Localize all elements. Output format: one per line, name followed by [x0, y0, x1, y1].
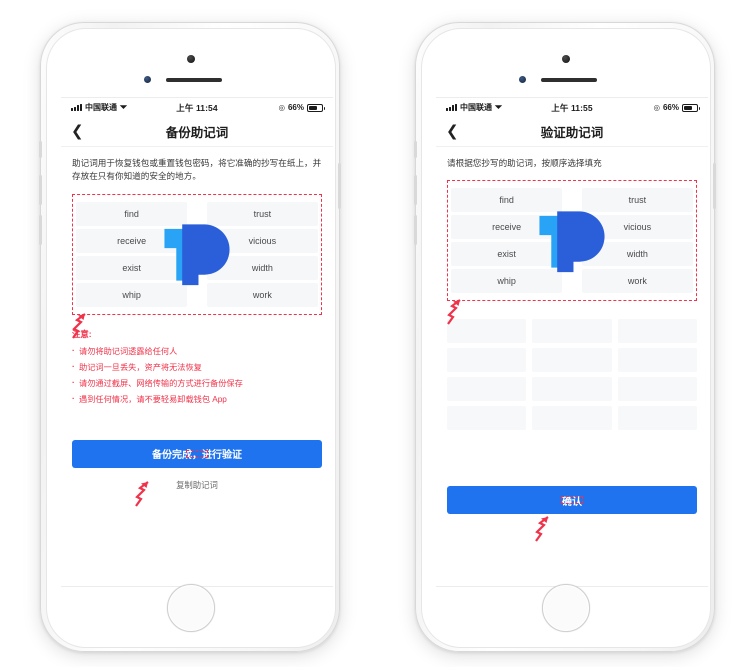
- front-camera-icon: [562, 55, 570, 63]
- screen-backup: 中国联通 ⏷ 上午 11:54 ◎ 66% ❮ 备份助记词 助记词用于恢复钱包或…: [61, 97, 333, 587]
- app-content-verify: 请根据您抄写的助记词，按顺序选择填充 find receive exist wh…: [436, 147, 708, 542]
- notice-section: 注意: 请勿将助记词透露给任何人 助记词一旦丢失，资产将无法恢复 请勿通过截屏、…: [72, 328, 322, 405]
- volume-down-button[interactable]: [39, 215, 42, 245]
- rotation-lock-icon: ◎: [653, 103, 660, 112]
- earpiece-speaker: [166, 78, 222, 82]
- volume-up-button[interactable]: [39, 175, 42, 205]
- status-bar: 中国联通 ⏷ 上午 11:55 ◎ 66%: [436, 98, 708, 117]
- nav-bar: ❮ 备份助记词: [61, 117, 333, 147]
- verify-description: 请根据您抄写的助记词，按顺序选择填充: [447, 158, 602, 168]
- verify-slot[interactable]: [617, 377, 697, 402]
- screen-verify: 中国联通 ⏷ 上午 11:55 ◎ 66% ❮ 验证助记词 请根据您抄写的助记词: [436, 97, 708, 587]
- page-title: 备份助记词: [165, 126, 229, 140]
- silent-switch[interactable]: [414, 141, 417, 158]
- earpiece-speaker: [541, 78, 597, 82]
- verify-slot[interactable]: [532, 377, 612, 402]
- annotation-arrow-icon: [535, 516, 549, 542]
- phone-verify-mnemonic: 中国联通 ⏷ 上午 11:55 ◎ 66% ❮ 验证助记词 请根据您抄写的助记词: [414, 22, 716, 652]
- home-button[interactable]: [167, 584, 215, 632]
- notice-title: 注意:: [72, 328, 92, 339]
- battery-percent-label: 66%: [662, 103, 679, 112]
- verify-slot[interactable]: [532, 348, 612, 373]
- mnemonic-word-grid: find receive exist whip trust vicious wi…: [451, 184, 693, 298]
- notice-item: 遇到任何情况，请不要轻易卸载钱包 App: [72, 393, 322, 405]
- backup-description: 助记词用于恢复钱包或重置钱包密码，将它准确的抄写在纸上，并存放在只有你知道的安全…: [72, 158, 322, 182]
- carrier-label: 中国联通: [460, 103, 492, 112]
- screenshot-stage: 中国联通 ⏷ 上午 11:54 ◎ 66% ❮ 备份助记词 助记词用于恢复钱包或…: [0, 0, 750, 667]
- mnemonic-word-grid: find receive exist whip trust vicious wi…: [76, 197, 318, 311]
- verify-slot-grid: [447, 319, 697, 431]
- battery-icon: [307, 103, 325, 112]
- battery-percent-label: 66%: [287, 103, 304, 112]
- status-time: 上午 11:55: [551, 102, 593, 113]
- verify-slot[interactable]: [447, 406, 527, 431]
- wifi-icon: ⏷: [495, 102, 503, 112]
- home-button[interactable]: [542, 584, 590, 632]
- app-content-backup: 助记词用于恢复钱包或重置钱包密码，将它准确的抄写在纸上，并存放在只有你知道的安全…: [61, 147, 333, 507]
- mnemonic-grid-annotation: find receive exist whip trust vicious wi…: [447, 180, 697, 325]
- status-time: 上午 11:54: [176, 102, 218, 113]
- nav-bar: ❮ 验证助记词: [436, 117, 708, 147]
- status-bar: 中国联通 ⏷ 上午 11:54 ◎ 66%: [61, 98, 333, 117]
- verify-slot[interactable]: [532, 406, 612, 431]
- signal-bars-icon: [446, 104, 457, 111]
- tokenpocket-logo-icon: [164, 224, 230, 286]
- confirm-label: 确认: [562, 496, 582, 508]
- copy-mnemonic-link[interactable]: 复制助记词: [72, 479, 322, 491]
- notice-item: 请勿通过截屏、网络传输的方式进行备份保存: [72, 377, 322, 389]
- rotation-lock-icon: ◎: [278, 103, 285, 112]
- front-camera-icon: [187, 55, 195, 63]
- phone-body: 中国联通 ⏷ 上午 11:54 ◎ 66% ❮ 备份助记词 助记词用于恢复钱包或…: [46, 28, 336, 648]
- proximity-sensor-icon: [144, 76, 151, 83]
- phone-backup-mnemonic: 中国联通 ⏷ 上午 11:54 ◎ 66% ❮ 备份助记词 助记词用于恢复钱包或…: [39, 22, 341, 652]
- backup-done-label: 备份完成，进行验证: [152, 450, 242, 462]
- volume-up-button[interactable]: [414, 175, 417, 205]
- tokenpocket-logo-icon: [539, 211, 605, 272]
- verify-slot[interactable]: [447, 377, 527, 402]
- signal-bars-icon: [71, 104, 82, 111]
- verify-slot[interactable]: [447, 319, 527, 344]
- power-button[interactable]: [338, 163, 341, 209]
- confirm-button[interactable]: 确认: [447, 486, 697, 515]
- silent-switch[interactable]: [39, 141, 42, 158]
- volume-down-button[interactable]: [414, 215, 417, 245]
- proximity-sensor-icon: [519, 76, 526, 83]
- phone-body: 中国联通 ⏷ 上午 11:55 ◎ 66% ❮ 验证助记词 请根据您抄写的助记词: [421, 28, 711, 648]
- power-button[interactable]: [713, 163, 716, 209]
- mnemonic-grid-annotation: find receive exist whip trust vicious wi…: [72, 193, 322, 339]
- carrier-label: 中国联通: [85, 103, 117, 112]
- backup-done-button[interactable]: 备份完成，进行验证: [72, 439, 322, 468]
- verify-slot[interactable]: [447, 348, 527, 373]
- battery-icon: [682, 103, 700, 112]
- notice-item: 助记词一旦丢失，资产将无法恢复: [72, 361, 322, 373]
- page-title: 验证助记词: [540, 126, 604, 140]
- verify-slot[interactable]: [617, 348, 697, 373]
- verify-slot[interactable]: [617, 319, 697, 344]
- wifi-icon: ⏷: [120, 102, 128, 112]
- verify-slot[interactable]: [532, 319, 612, 344]
- verify-slot[interactable]: [617, 406, 697, 431]
- notice-item: 请勿将助记词透露给任何人: [72, 345, 322, 357]
